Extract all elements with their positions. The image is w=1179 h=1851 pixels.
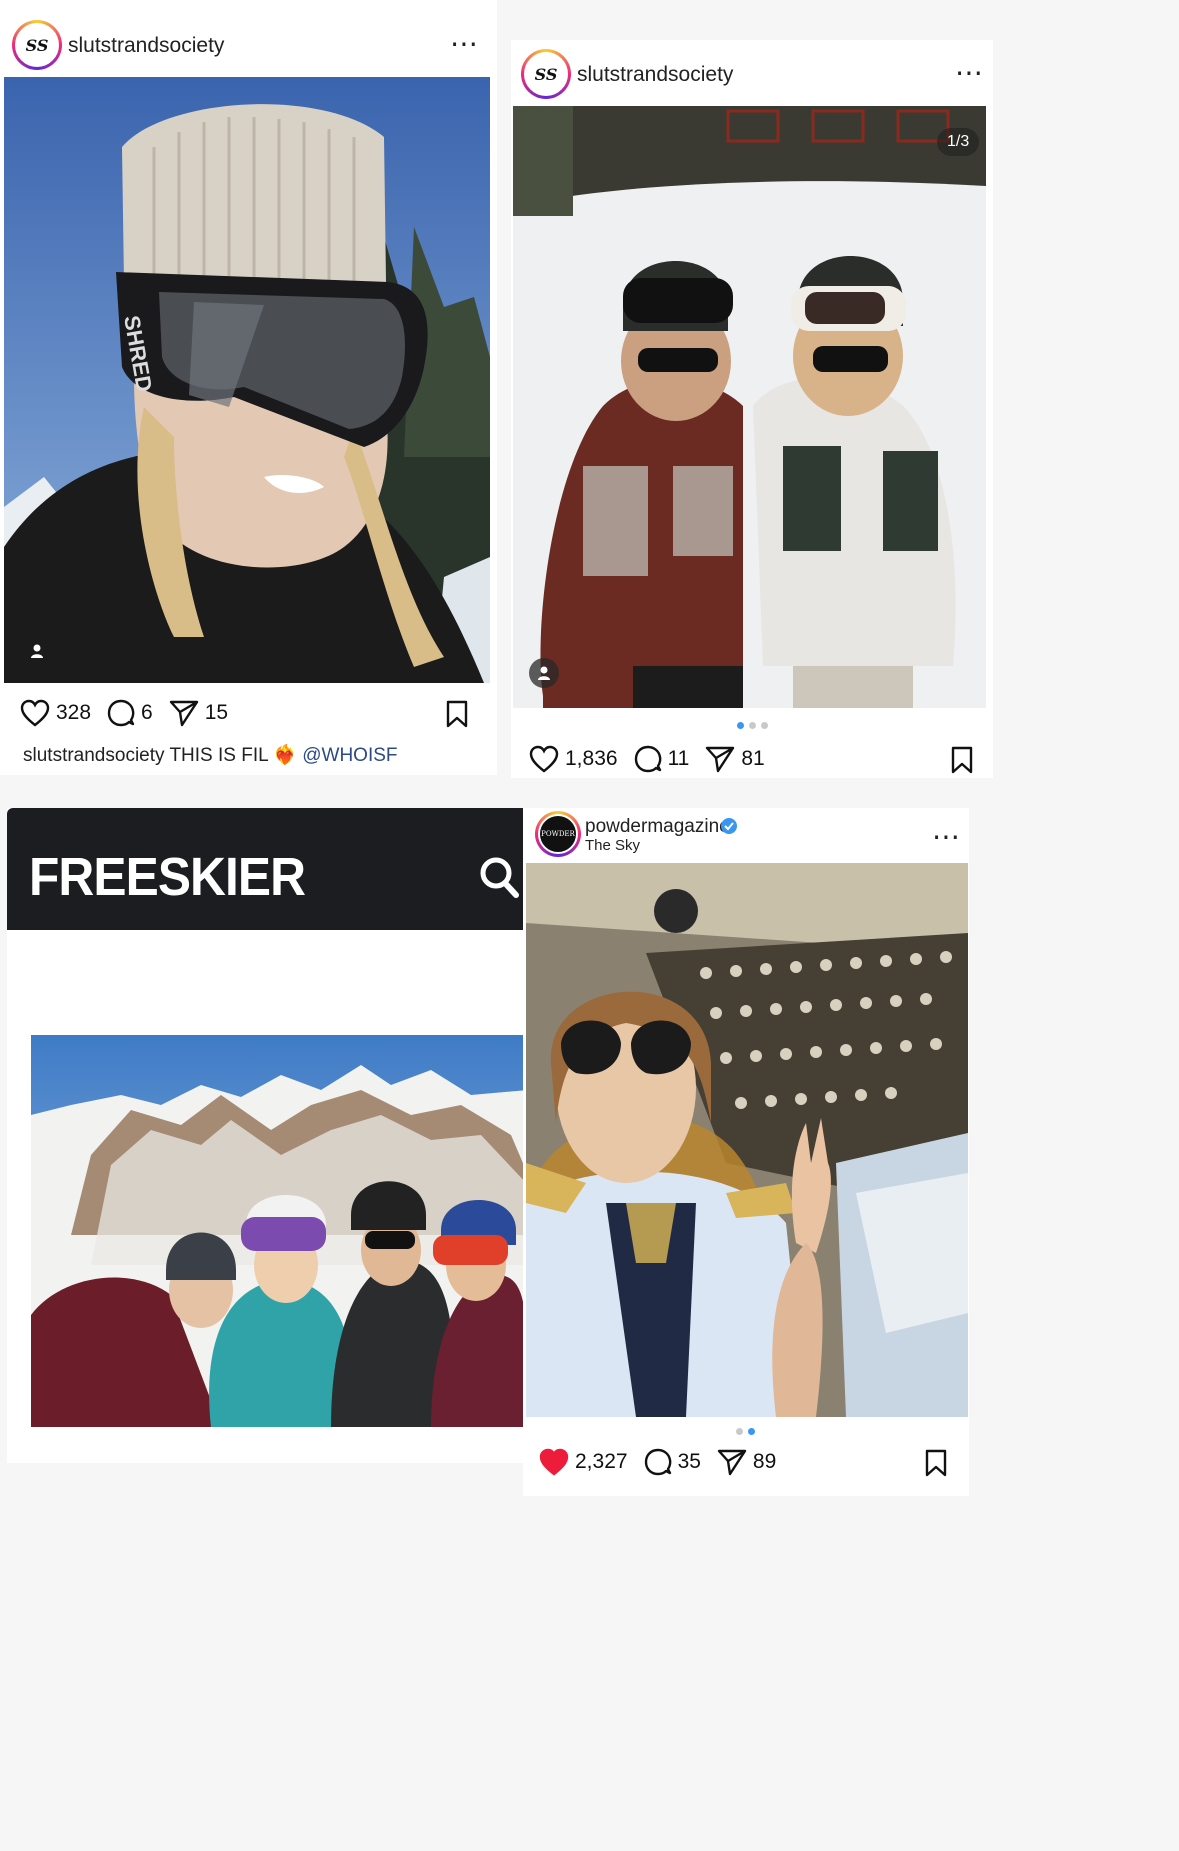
share-button[interactable]: 81 (705, 745, 765, 773)
post-username[interactable]: slutstrandsociety (68, 34, 224, 58)
like-button[interactable]: 2,327 (539, 1448, 628, 1476)
heart-icon (529, 745, 559, 773)
send-icon (169, 700, 198, 727)
skier-goggles-selfie-image: SHRED (4, 77, 490, 683)
post-username[interactable]: powdermagazine (585, 816, 730, 838)
share-button[interactable]: 15 (169, 699, 228, 727)
site-logo-title[interactable]: FREESKIER (29, 846, 306, 908)
comment-icon (644, 1448, 671, 1476)
post-photo[interactable] (513, 106, 986, 708)
bookmark-icon (925, 1449, 947, 1477)
carousel-dot-active (748, 1428, 755, 1435)
profile-avatar[interactable]: SS (12, 20, 62, 70)
send-icon (717, 1449, 747, 1476)
comment-icon (107, 699, 135, 727)
share-count: 81 (741, 747, 765, 770)
like-button[interactable]: 328 (20, 699, 91, 727)
caption-mention[interactable]: @WHOISF (302, 745, 397, 766)
save-button[interactable] (950, 746, 974, 779)
heart-filled-icon (539, 1448, 569, 1476)
carousel-indicator (737, 722, 768, 729)
post-card-2: SS slutstrandsociety ⋯ 1/3 1,836 11 81 (511, 40, 993, 778)
more-options-icon[interactable]: ⋯ (932, 823, 961, 851)
more-options-icon[interactable]: ⋯ (450, 30, 479, 58)
post-username[interactable]: slutstrandsociety (577, 63, 733, 87)
tagged-users-icon[interactable] (22, 636, 52, 666)
bookmark-icon (951, 746, 973, 774)
comment-button[interactable]: 11 (634, 745, 690, 773)
four-skiers-mountain-image (31, 1035, 528, 1427)
post-photo[interactable] (526, 863, 968, 1417)
heart-icon (20, 699, 50, 727)
carousel-indicator (736, 1428, 755, 1435)
save-button[interactable] (924, 1449, 948, 1482)
carousel-dot (761, 722, 768, 729)
profile-avatar[interactable]: POWDER (535, 811, 581, 857)
carousel-counter: 1/3 (937, 128, 980, 156)
like-count: 2,327 (575, 1450, 628, 1473)
profile-avatar[interactable]: SS (521, 49, 571, 99)
verified-badge-icon (720, 817, 738, 840)
post-location[interactable]: The Sky (585, 837, 640, 854)
carousel-dot-active (737, 722, 744, 729)
like-count: 328 (56, 701, 92, 724)
freeskier-article-card: FREESKIER (7, 808, 528, 1463)
like-button[interactable]: 1,836 (529, 745, 618, 773)
two-snowboarders-image (513, 106, 986, 708)
pilot-cockpit-selfie-image (526, 863, 968, 1417)
site-header-bar: FREESKIER (7, 808, 528, 930)
search-icon[interactable] (479, 856, 519, 903)
carousel-dot (749, 722, 756, 729)
bookmark-icon (446, 700, 468, 728)
save-button[interactable] (445, 700, 469, 733)
carousel-dot (736, 1428, 743, 1435)
comment-button[interactable]: 35 (644, 1448, 701, 1476)
caption-text: THIS IS FIL (169, 745, 268, 766)
article-photo[interactable] (31, 1035, 528, 1427)
comment-icon (634, 745, 661, 773)
share-count: 89 (752, 1450, 777, 1473)
comment-button[interactable]: 6 (107, 699, 153, 727)
more-options-icon[interactable]: ⋯ (955, 59, 984, 87)
post-photo[interactable]: SHRED (4, 77, 490, 683)
comment-count: 11 (667, 747, 690, 770)
post-card-1: SS slutstrandsociety ⋯ SHRED 328 6 15 sl… (0, 0, 497, 775)
caption-username[interactable]: slutstrandsociety (23, 745, 165, 766)
post-card-4: POWDER powdermagazine The Sky ⋯ 2,327 35… (523, 808, 969, 1496)
comment-count: 6 (141, 701, 153, 724)
tagged-users-icon[interactable] (529, 658, 559, 688)
like-count: 1,836 (565, 747, 618, 770)
post-caption: slutstrandsociety THIS IS FIL ❤️‍🔥 @WHOI… (23, 743, 398, 767)
comment-count: 35 (677, 1450, 701, 1473)
caption-emoji: ❤️‍🔥 (273, 745, 297, 766)
share-count: 15 (204, 701, 229, 724)
send-icon (706, 746, 735, 773)
share-button[interactable]: 89 (717, 1448, 776, 1476)
